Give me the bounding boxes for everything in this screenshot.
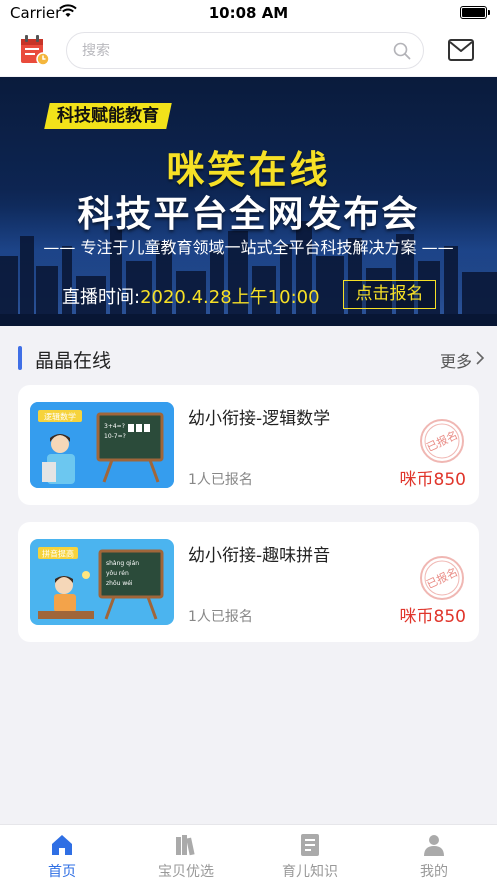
calendar-icon[interactable] xyxy=(17,33,51,67)
banner-live-time: 直播时间:2020.4.28上午10:00 xyxy=(62,283,320,309)
course-card[interactable]: 拼音提高 shàng qián yǒu rén zhōu wéi 幼小衔接-趣味… xyxy=(18,522,479,642)
tab-knowledge-label[interactable]: 育儿知识 xyxy=(248,861,372,881)
section-title: 晶晶在线 xyxy=(35,350,112,372)
tab-knowledge[interactable]: 育儿知识 xyxy=(248,825,372,883)
tab-selection-label[interactable]: 宝贝优选 xyxy=(124,861,248,881)
svg-text:3+4=?: 3+4=? xyxy=(104,423,125,430)
stamp-label: 已报名 xyxy=(424,428,460,455)
search-bar[interactable] xyxy=(66,32,424,69)
home-icon[interactable] xyxy=(50,833,74,857)
course-card[interactable]: 逻辑数学 3+4=? 10-7=? 幼小衔接-逻辑数学 1人已报名 咪币850 … xyxy=(18,385,479,505)
search-input[interactable] xyxy=(82,33,382,68)
banner-subtitle: —— 专注于儿童教育领域一站式全平台科技解决方案 —— xyxy=(43,238,454,257)
live-time: 2020.4.28上午10:00 xyxy=(140,287,320,308)
course-title[interactable]: 幼小衔接-逻辑数学 xyxy=(188,404,330,429)
document-icon[interactable] xyxy=(298,833,322,857)
banner-headline: 科技平台全网发布会 xyxy=(77,194,420,235)
books-icon[interactable] xyxy=(174,833,198,857)
user-icon[interactable] xyxy=(422,833,446,857)
enrolled-count: 1人已报名 xyxy=(188,609,253,625)
tab-profile-label[interactable]: 我的 xyxy=(372,861,496,881)
enrolled-stamp-icon: 已报名 xyxy=(420,556,464,600)
battery-icon xyxy=(460,6,490,19)
chevron-right-icon[interactable] xyxy=(475,351,485,365)
course-thumbnail: 逻辑数学 3+4=? 10-7=? xyxy=(30,402,174,488)
tab-selection[interactable]: 宝贝优选 xyxy=(124,825,248,883)
section-accent-bar xyxy=(18,346,22,370)
tab-profile[interactable]: 我的 xyxy=(372,825,496,883)
tab-home[interactable]: 首页 xyxy=(0,825,124,883)
stamp-label: 已报名 xyxy=(424,565,460,592)
enrolled-count: 1人已报名 xyxy=(188,472,253,488)
mail-icon[interactable] xyxy=(447,38,475,62)
course-price: 咪币850 xyxy=(399,470,466,490)
svg-text:yǒu rén: yǒu rén xyxy=(106,570,129,577)
course-title[interactable]: 幼小衔接-趣味拼音 xyxy=(188,541,330,566)
svg-text:10-7=?: 10-7=? xyxy=(104,433,126,440)
section-header: 晶晶在线 更多 xyxy=(0,340,497,376)
status-bar: Carrier 10:08 AM xyxy=(0,0,497,26)
thumb-tag: 拼音提高 xyxy=(42,549,74,559)
promo-banner[interactable]: 科技赋能教育 咪笑在线 科技平台全网发布会 —— 专注于儿童教育领域一站式全平台… xyxy=(0,77,497,326)
svg-text:shàng qián: shàng qián xyxy=(106,560,139,567)
course-price: 咪币850 xyxy=(399,607,466,627)
enrolled-stamp-icon: 已报名 xyxy=(420,419,464,463)
svg-text:zhōu wéi: zhōu wéi xyxy=(106,580,133,587)
course-thumbnail: 拼音提高 shàng qián yǒu rén zhōu wéi xyxy=(30,539,174,625)
thumb-tag: 逻辑数学 xyxy=(44,412,76,422)
app-header xyxy=(0,26,497,76)
more-link[interactable]: 更多 xyxy=(440,348,472,372)
banner-tag: 科技赋能教育 xyxy=(44,103,172,129)
register-button[interactable]: 点击报名 xyxy=(343,280,436,309)
clock: 10:08 AM xyxy=(208,4,289,22)
search-icon[interactable] xyxy=(393,42,411,60)
tab-home-label[interactable]: 首页 xyxy=(0,861,124,881)
bottom-tab-bar: 首页 宝贝优选 育儿知识 我的 xyxy=(0,824,497,883)
live-label: 直播时间: xyxy=(62,287,141,308)
